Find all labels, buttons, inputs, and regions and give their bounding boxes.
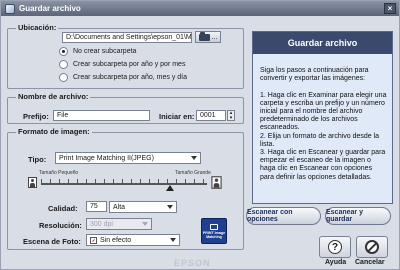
question-mark-icon: ? (328, 240, 342, 254)
help-panel-instructions: Siga los pasos a continuación para conve… (260, 67, 387, 181)
radio-label: Crear subcarpeta por año y por mes (73, 61, 186, 68)
location-path-field[interactable]: D:\Documents and Settings\epson_01\M (62, 32, 192, 43)
app-icon (5, 3, 15, 14)
help-button[interactable]: ? (319, 236, 351, 258)
photo-scene-label: Escena de Foto: (23, 237, 81, 246)
resolution-label: Resolución: (39, 221, 82, 230)
close-icon[interactable]: × (384, 3, 396, 14)
start-number-label: Iniciar en: (159, 112, 195, 121)
browse-button-label: ... (211, 33, 218, 41)
quality-select-value: Alta (113, 203, 126, 211)
help-panel: Guardar archivo Siga los pasos a continu… (252, 31, 393, 204)
chevron-down-icon (191, 156, 197, 160)
folder-icon (198, 31, 210, 41)
print-image-matching-logo: PRINT Image Matching (201, 218, 227, 244)
help-panel-title: Guardar archivo (287, 38, 358, 48)
browse-button[interactable]: ... (195, 31, 221, 43)
start-number-input[interactable]: 0001 (196, 110, 226, 121)
size-large-label: Tamaño Grande (175, 170, 211, 176)
type-label: Tipo: (28, 155, 47, 164)
no-effect-icon (90, 236, 97, 244)
location-group-label: Ubicación: (16, 23, 59, 32)
title-bar[interactable]: Guardar archivo × (1, 1, 399, 16)
start-number-stepper[interactable]: ▴ ▾ (227, 110, 235, 121)
resolution-select[interactable]: 300 dpi (86, 218, 152, 230)
person-small-icon (28, 177, 37, 188)
pim-logo-text: PRINT Image Matching (202, 231, 226, 239)
save-file-dialog: Guardar archivo × Ubicación: D:\Document… (0, 0, 400, 270)
type-select[interactable]: Print Image Matching II(JPEG) (55, 152, 201, 164)
slider-thumb[interactable] (166, 185, 175, 191)
cancel-button-label: Cancelar (355, 259, 385, 266)
size-slider[interactable] (41, 179, 207, 191)
chevron-down-icon (170, 238, 176, 242)
radio-button[interactable] (59, 60, 68, 69)
chevron-down-icon (142, 222, 148, 226)
quality-input[interactable]: 75 (86, 201, 107, 212)
slider-track (41, 183, 207, 185)
image-format-group-label: Formato de imagen: (16, 127, 92, 136)
person-large-icon (211, 176, 222, 189)
chevron-down-icon (167, 205, 173, 209)
radio-subfolder-year-month[interactable]: Crear subcarpeta por año y por mes (59, 60, 185, 69)
slider-ticks (41, 179, 207, 183)
epson-watermark: EPSON (174, 258, 211, 268)
quality-label: Calidad: (48, 204, 78, 213)
radio-label: No crear subcarpeta (73, 48, 137, 55)
quality-select[interactable]: Alta (109, 201, 177, 213)
prefix-label: Prefijo: (23, 112, 49, 121)
prefix-input[interactable]: File (53, 110, 150, 121)
help-panel-header: Guardar archivo (253, 32, 392, 54)
size-small-label: Tamaño Pequeño (39, 170, 79, 176)
pim-mark-icon (210, 224, 218, 230)
radio-label: Crear subcarpeta por año, mes y día (73, 74, 188, 81)
radio-no-subfolder[interactable]: No crear subcarpeta (59, 47, 136, 56)
photo-scene-select[interactable]: Sin efecto (86, 234, 180, 246)
type-select-value: Print Image Matching II(JPEG) (59, 154, 154, 162)
cancel-icon (365, 240, 379, 254)
window-title: Guardar archivo (19, 4, 81, 13)
cancel-button[interactable] (356, 236, 388, 258)
scan-and-save-button[interactable]: Escanear y guardar (325, 207, 391, 225)
scan-with-options-button[interactable]: Escanear con opciones (246, 207, 321, 225)
photo-scene-select-value: Sin efecto (100, 236, 132, 244)
radio-button[interactable] (59, 47, 68, 56)
help-button-label: Ayuda (325, 259, 347, 266)
radio-button[interactable] (59, 73, 68, 82)
resolution-select-value: 300 dpi (90, 220, 113, 228)
radio-subfolder-year-month-day[interactable]: Crear subcarpeta por año, mes y día (59, 73, 187, 82)
filename-group-label: Nombre de archivo: (16, 92, 91, 101)
